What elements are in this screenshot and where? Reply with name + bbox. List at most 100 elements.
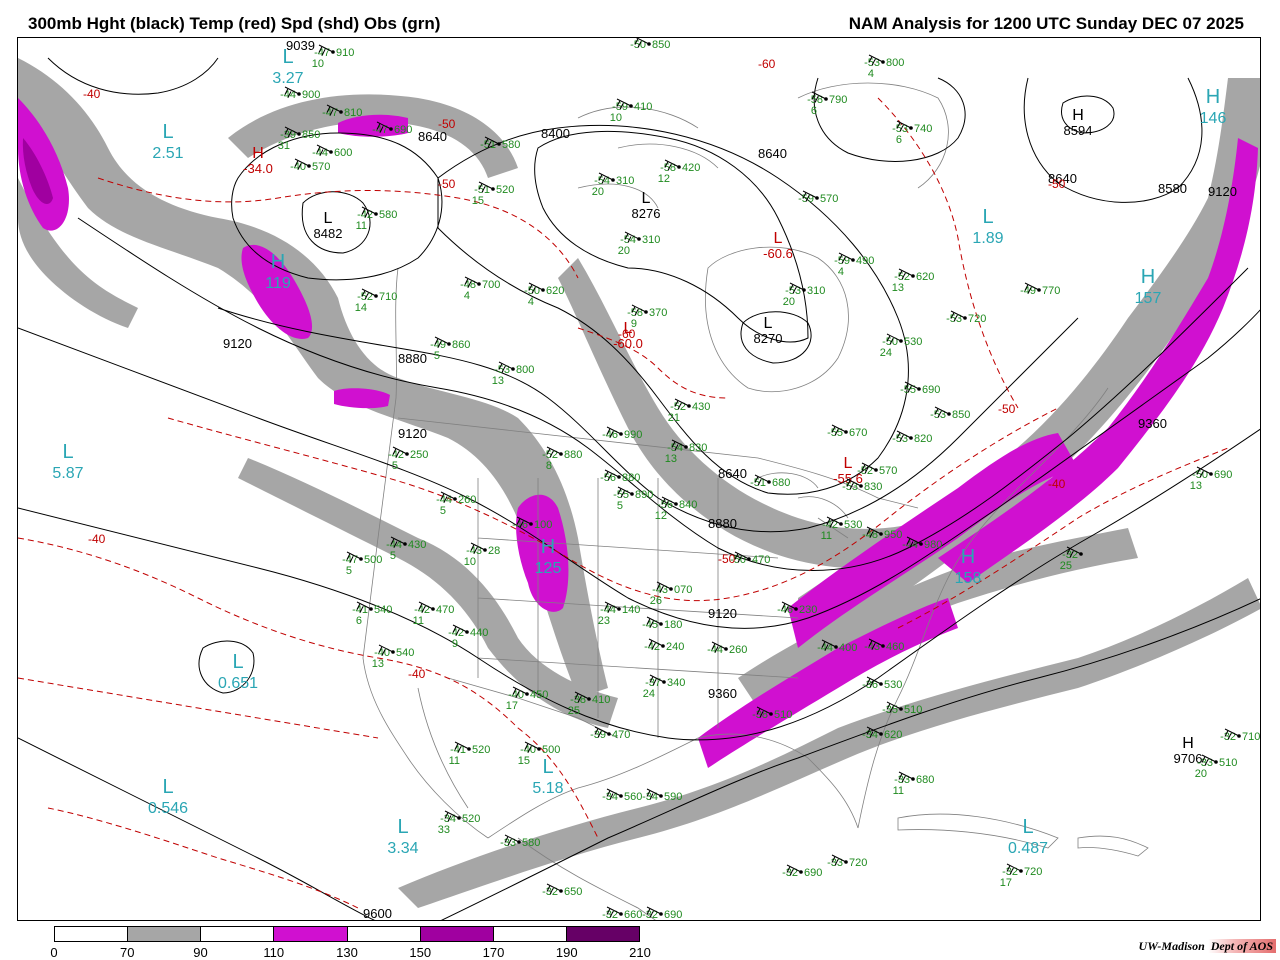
station-obs: -41 5406 <box>352 601 392 627</box>
station-obs: -42 240 <box>644 638 684 653</box>
obs-height: 520 <box>462 813 480 825</box>
obs-height: 500 <box>364 554 382 566</box>
obs-height: 570 <box>820 193 838 205</box>
obs-dewpoint-depression: 4 <box>464 290 470 302</box>
obs-height: 240 <box>666 641 684 653</box>
obs-height: 850 <box>652 39 670 51</box>
obs-height: 180 <box>664 619 682 631</box>
obs-dewpoint-depression: 4 <box>838 266 844 278</box>
obs-height: 690 <box>664 909 682 921</box>
height-contour-label: 8580 <box>1158 181 1187 196</box>
pressure-center-value: 8594 <box>1064 123 1093 138</box>
height-contour-label: 9600 <box>363 906 392 921</box>
pressure-center-value: 5.18 <box>532 780 563 797</box>
obs-height: 740 <box>914 123 932 135</box>
pressure-center-value: -60.6 <box>763 246 793 261</box>
obs-height: 620 <box>546 285 564 297</box>
obs-dewpoint-depression: 11 <box>413 615 424 627</box>
pressure-center-letter: H <box>1206 86 1220 108</box>
height-contour-label: 8640 <box>718 466 747 481</box>
obs-height: 850 <box>952 409 970 421</box>
obs-dewpoint-depression: 13 <box>492 375 504 387</box>
obs-dewpoint-depression: 25 <box>568 705 580 717</box>
speed-colorbar: 0 70 90 110 130 150 170 190 210 <box>50 926 651 960</box>
pressure-center-letter: L <box>774 230 783 247</box>
obs-height: 800 <box>516 364 534 376</box>
obs-height: 370 <box>649 307 667 319</box>
station-obs: -40 45017 <box>506 686 548 712</box>
colorbar-tick-label: 170 <box>482 945 505 960</box>
pressure-center-letter: L <box>397 816 408 838</box>
obs-height: 460 <box>886 641 904 653</box>
station-obs: -49 770 <box>1020 282 1060 297</box>
pressure-center-value: 3.27 <box>272 70 303 87</box>
obs-height: 880 <box>564 449 582 461</box>
obs-height: 700 <box>482 279 500 291</box>
height-contour-9039-nw <box>47 57 219 95</box>
obs-height: 580 <box>522 837 540 849</box>
colorbar-tick-label: 70 <box>120 945 135 960</box>
station-obs: -51 680 <box>750 474 790 489</box>
hispaniola-outline <box>1077 835 1149 857</box>
pressure-center-letter: H <box>961 546 975 568</box>
station-obs: -53 8004 <box>864 54 904 80</box>
station-obs: -42 4409 <box>448 624 488 650</box>
obs-height: 530 <box>884 679 902 691</box>
pressure-center-value: 1.89 <box>972 230 1003 247</box>
station-obs: -53 7406 <box>892 120 932 146</box>
pressure-center-value: 3.34 <box>387 840 418 857</box>
temperature-contour-label: -60 <box>758 57 776 71</box>
temp-contour-minus-40-west <box>18 537 599 839</box>
station-obs: -36 530 <box>862 676 902 691</box>
obs-height: 510 <box>1219 757 1237 769</box>
obs-height: 990 <box>624 429 642 441</box>
station-obs: -45 180 <box>642 616 682 631</box>
obs-height: 470 <box>752 554 770 566</box>
station-obs: -32 690 <box>642 906 682 921</box>
pressure-center-value: 125 <box>535 560 562 577</box>
obs-dewpoint-depression: 12 <box>655 510 667 522</box>
obs-height: 310 <box>616 175 634 187</box>
temperature-contour-label: -50 <box>438 177 456 191</box>
obs-dewpoint-depression: 33 <box>438 824 450 836</box>
obs-height: 430 <box>408 539 426 551</box>
pressure-center-value: 0.487 <box>1008 840 1048 857</box>
obs-height: 690 <box>394 124 412 136</box>
height-contour-label: 9360 <box>1138 416 1167 431</box>
pressure-center-value: 2.51 <box>152 145 183 162</box>
obs-dewpoint-depression: 13 <box>665 453 677 465</box>
pressure-center-letter: H <box>271 251 285 273</box>
obs-dewpoint-depression: 8 <box>546 460 552 472</box>
pressure-center-value: 146 <box>1200 110 1227 127</box>
obs-dewpoint-depression: 14 <box>355 302 367 314</box>
pressure-center-value: 0.651 <box>218 675 258 692</box>
obs-dewpoint-depression: 15 <box>472 195 484 207</box>
obs-height: 620 <box>884 729 902 741</box>
colorbar-segment <box>420 927 494 941</box>
station-obs: -50 850 <box>630 38 670 51</box>
colorbar-tick-label: 210 <box>629 945 651 960</box>
station-obs: -52 71014 <box>355 288 397 314</box>
obs-height: 670 <box>849 427 867 439</box>
station-obs: -47 5005 <box>342 551 382 577</box>
obs-height: 620 <box>916 271 934 283</box>
pressure-center-value: 8270 <box>754 331 783 346</box>
obs-height: 530 <box>904 336 922 348</box>
station-obs: -33 51020 <box>1195 754 1237 780</box>
station-obs: -37 34024 <box>643 674 685 700</box>
pressure-center-value: 8276 <box>632 206 661 221</box>
obs-dewpoint-depression: 5 <box>392 460 398 472</box>
obs-dewpoint-depression: 24 <box>643 688 655 700</box>
obs-height: 910 <box>336 47 354 59</box>
obs-height: 400 <box>839 642 857 654</box>
obs-height: 850 <box>302 129 320 141</box>
obs-height: 720 <box>968 313 986 325</box>
station-obs: -53 80013 <box>492 361 534 387</box>
obs-height: 950 <box>884 529 902 541</box>
obs-dewpoint-depression: 6 <box>896 134 902 146</box>
obs-height: 830 <box>689 442 707 454</box>
station-obs: -59 4904 <box>834 252 874 278</box>
station-obs: -59 41010 <box>610 98 652 124</box>
obs-height: 310 <box>642 234 660 246</box>
obs-height: 340 <box>667 677 685 689</box>
